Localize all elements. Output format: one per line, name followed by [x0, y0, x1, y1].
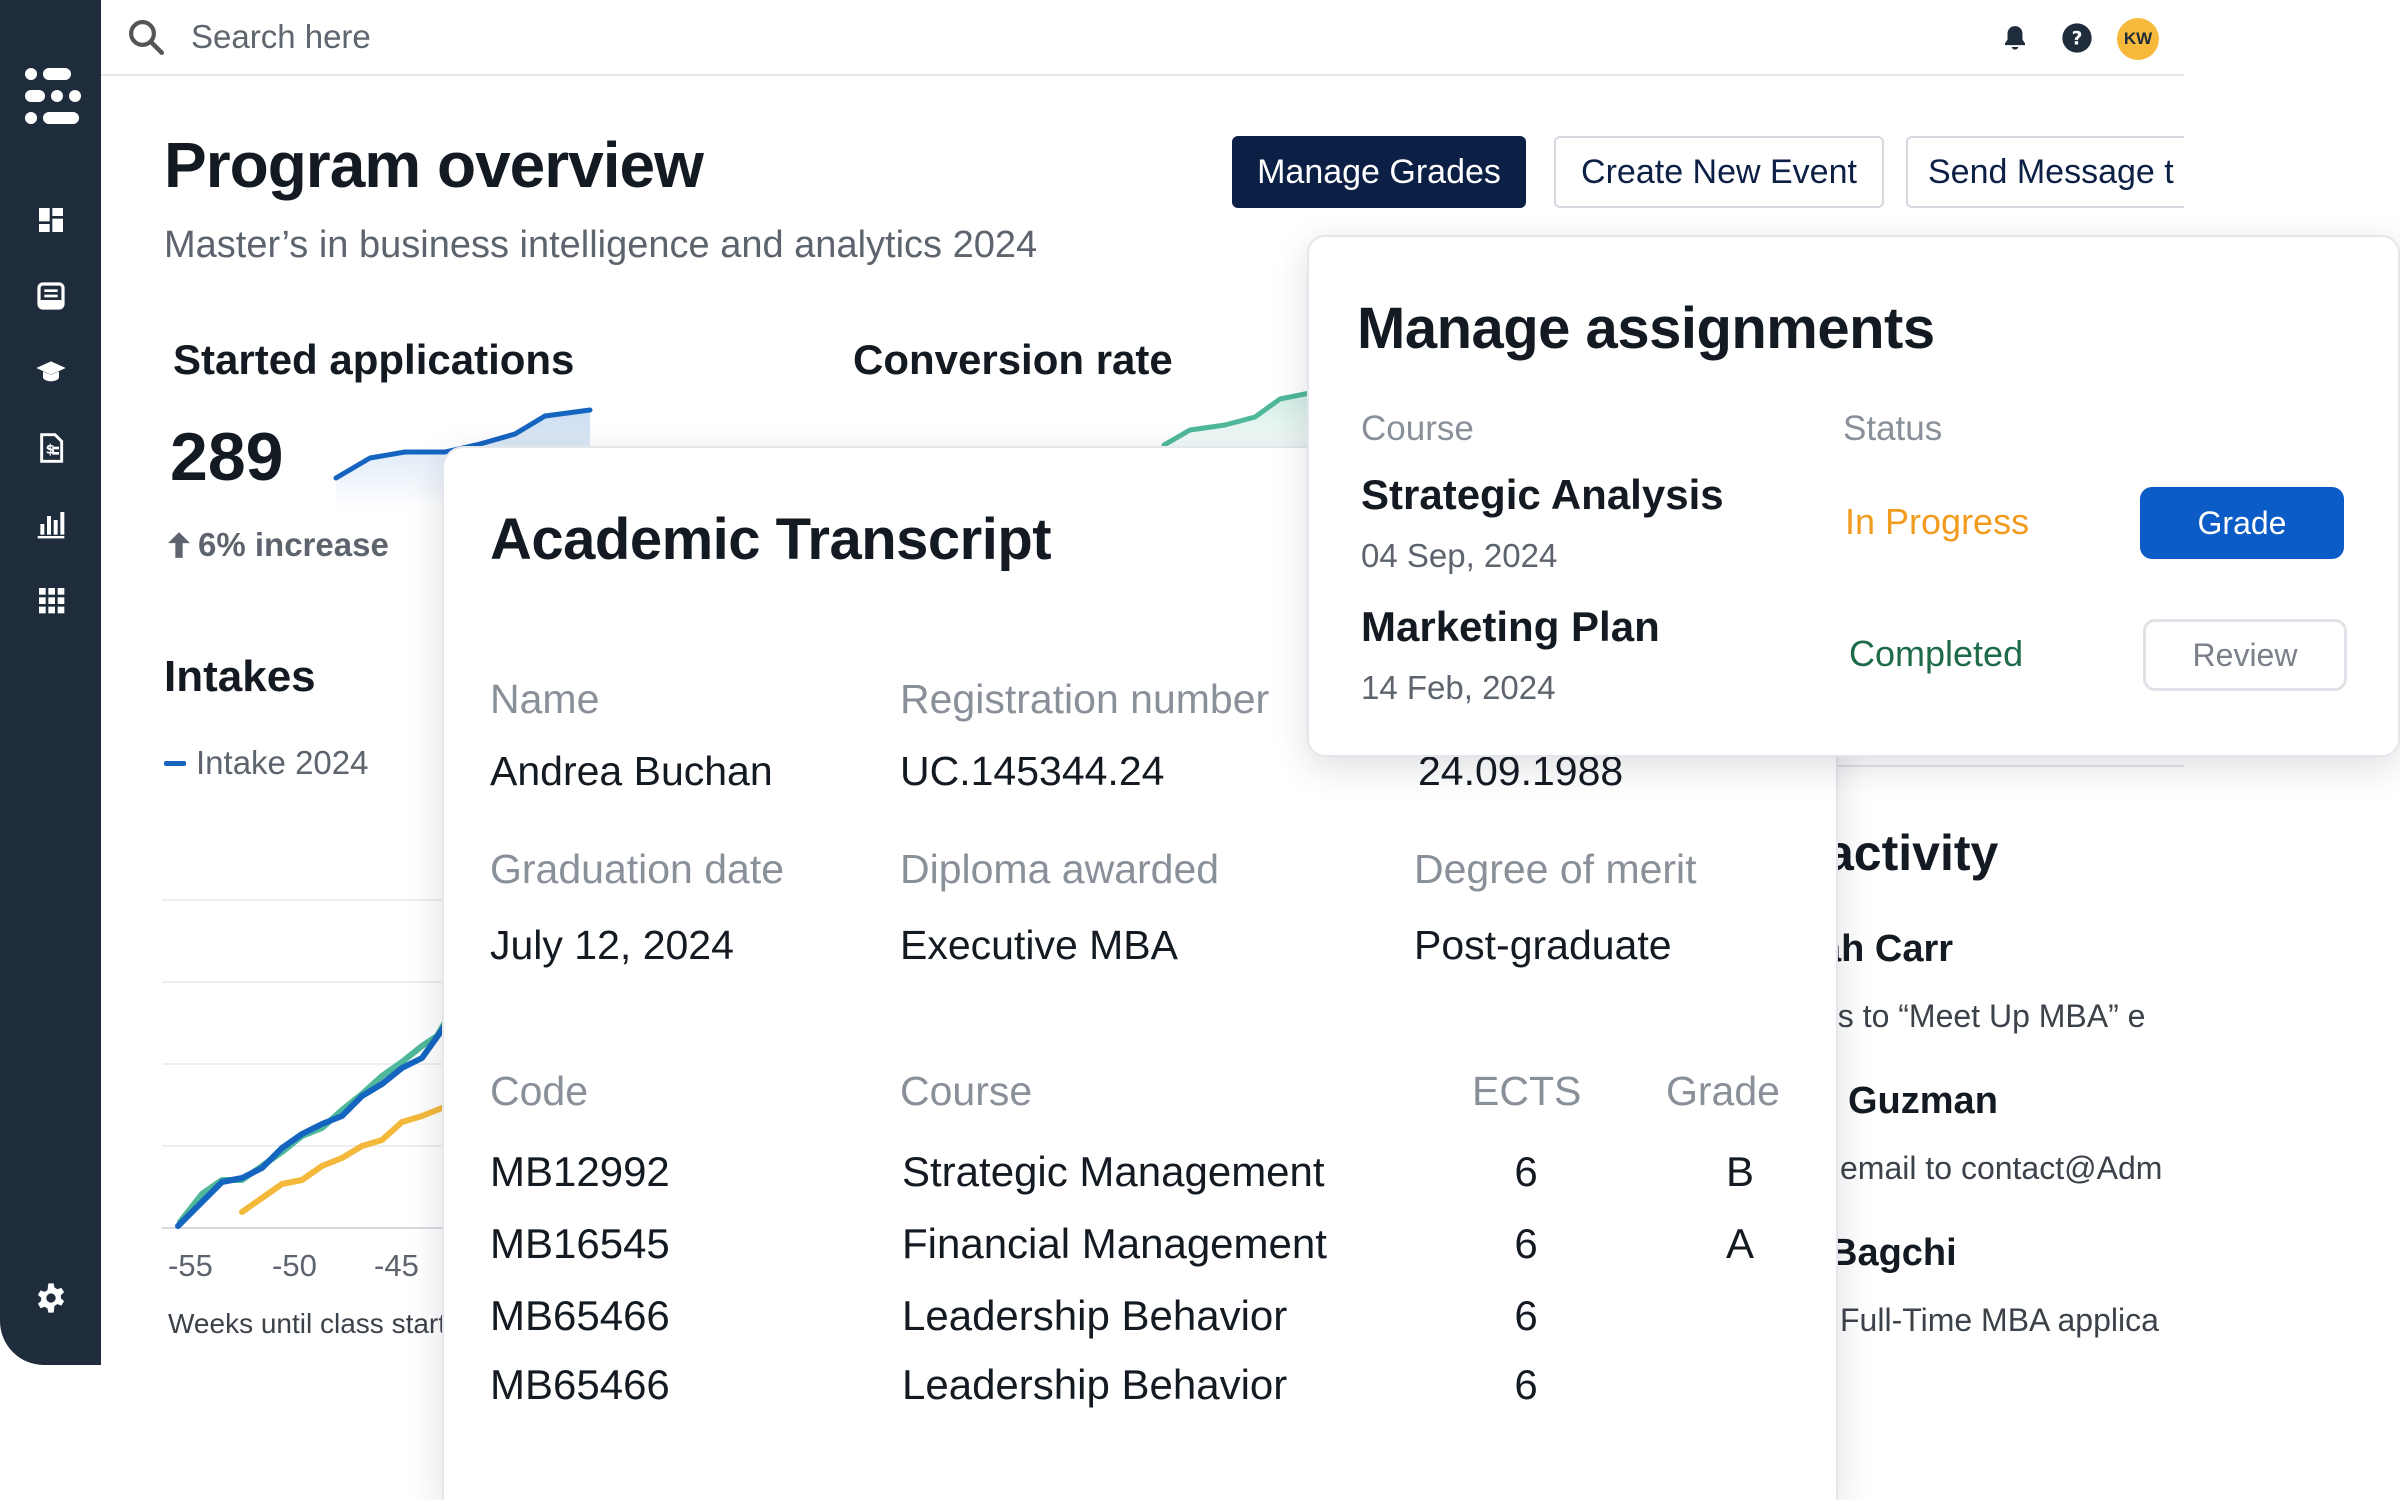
- svg-text:$: $: [46, 442, 55, 457]
- billing-icon: $: [40, 433, 64, 463]
- status-badge: Completed: [1849, 633, 2024, 674]
- axis-tick: -45: [374, 1248, 419, 1283]
- metric-started-value: 289: [170, 419, 284, 495]
- intakes-legend: Intake 2024: [164, 744, 368, 782]
- status-badge: In Progress: [1845, 501, 2030, 542]
- sidebar: $: [0, 0, 101, 1365]
- activity-name: Bagchi: [1830, 1232, 1957, 1274]
- review-button[interactable]: Review: [2143, 619, 2347, 691]
- arrow-up-icon: [168, 532, 190, 558]
- course-grade: B: [1725, 1148, 1754, 1195]
- registration-label: Registration number: [900, 676, 1270, 722]
- course-name: Leadership Behavior: [902, 1361, 1288, 1408]
- assignment-date: 14 Feb, 2024: [1361, 669, 1556, 706]
- search-input[interactable]: [191, 14, 791, 60]
- chart-icon: [37, 512, 65, 539]
- help-button[interactable]: ?: [2059, 20, 2095, 56]
- page-title: Program overview: [164, 129, 704, 201]
- notifications-button[interactable]: [1997, 20, 2033, 56]
- diploma-value: Executive MBA: [900, 922, 1178, 968]
- course-name: Leadership Behavior: [902, 1292, 1288, 1339]
- sidebar-item-billing[interactable]: $: [33, 430, 69, 466]
- activity-divider: [1830, 765, 2184, 767]
- course-ects: 6: [1514, 1148, 1538, 1195]
- send-message-button[interactable]: Send Message t: [1906, 136, 2184, 208]
- assignments-title: Manage assignments: [1357, 296, 1935, 361]
- diploma-label: Diploma awarded: [900, 846, 1220, 892]
- column-ects: ECTS: [1472, 1068, 1582, 1114]
- assignment-date: 04 Sep, 2024: [1361, 537, 1558, 574]
- settings-icon: [37, 1283, 65, 1313]
- column-course: Course: [900, 1068, 1033, 1114]
- svg-text:?: ?: [2072, 29, 2083, 50]
- axis-tick: -55: [168, 1248, 213, 1283]
- course-code: MB12992: [490, 1148, 670, 1195]
- activity-name: ah Carr: [1820, 928, 1954, 970]
- page-subtitle: Master’s in business intelligence and an…: [164, 224, 1038, 266]
- activity-name: Guzman: [1848, 1080, 1998, 1122]
- merit-label: Degree of merit: [1414, 846, 1697, 892]
- assignment-course: Marketing Plan: [1361, 603, 1660, 650]
- course-code: MB65466: [490, 1361, 670, 1408]
- manage-grades-button[interactable]: Manage Grades: [1232, 136, 1526, 208]
- logo-icon[interactable]: [25, 66, 81, 128]
- legend-label: Intake 2024: [196, 744, 369, 781]
- registration-value: UC.145344.24: [900, 748, 1165, 794]
- course-code: MB16545: [490, 1220, 670, 1267]
- sidebar-item-dashboard[interactable]: [33, 202, 69, 238]
- metric-started-delta: 6% increase: [168, 526, 389, 564]
- grid-icon: [39, 588, 65, 614]
- merit-value: Post-graduate: [1414, 922, 1672, 968]
- activity-desc: es to “Meet Up MBA” e: [1820, 998, 2146, 1034]
- bell-icon: [2005, 26, 2025, 50]
- column-status: Status: [1843, 409, 1943, 448]
- sidebar-item-inbox[interactable]: [33, 278, 69, 314]
- graduation-date-value: July 12, 2024: [490, 922, 734, 968]
- course-grade: A: [1725, 1220, 1754, 1267]
- metric-started-delta-text: 6% increase: [198, 526, 389, 563]
- activity-desc: email to contact@Adm: [1840, 1150, 2163, 1186]
- course-ects: 6: [1514, 1361, 1538, 1408]
- intakes-title: Intakes: [164, 652, 316, 701]
- manage-assignments-card: Manage assignments Course Status Strateg…: [1307, 235, 2400, 757]
- top-bar: ? KW: [101, 0, 2184, 76]
- activity-desc: Full-Time MBA applica: [1840, 1302, 2159, 1338]
- intakes-chart: [162, 899, 452, 1229]
- intakes-x-axis-label: Weeks until class start: [168, 1308, 447, 1339]
- metric-conversion-label: Conversion rate: [853, 336, 1173, 383]
- create-event-button[interactable]: Create New Event: [1554, 136, 1884, 208]
- name-label: Name: [490, 676, 600, 722]
- graduation-date-label: Graduation date: [490, 846, 785, 892]
- assignment-course: Strategic Analysis: [1361, 471, 1724, 518]
- legend-swatch: [164, 760, 186, 766]
- graduation-cap-icon: [36, 361, 66, 382]
- metric-started-label: Started applications: [173, 336, 575, 383]
- search-icon[interactable]: [125, 16, 167, 58]
- activity-title: activity: [1826, 825, 1999, 881]
- dashboard-icon: [39, 208, 63, 232]
- axis-tick: -50: [272, 1248, 317, 1283]
- sidebar-item-reports[interactable]: [33, 506, 69, 542]
- course-name: Financial Management: [902, 1220, 1327, 1267]
- help-icon: ?: [2062, 23, 2092, 53]
- column-grade: Grade: [1666, 1068, 1780, 1114]
- sidebar-item-settings[interactable]: [33, 1280, 69, 1316]
- name-value: Andrea Buchan: [490, 748, 773, 794]
- inbox-icon: [37, 282, 65, 310]
- column-course: Course: [1361, 409, 1474, 448]
- course-ects: 6: [1514, 1220, 1538, 1267]
- column-code: Code: [490, 1068, 589, 1114]
- user-avatar[interactable]: KW: [2117, 18, 2159, 60]
- sidebar-item-apps[interactable]: [33, 582, 69, 618]
- grade-button[interactable]: Grade: [2140, 487, 2344, 559]
- course-ects: 6: [1514, 1292, 1538, 1339]
- transcript-title: Academic Transcript: [490, 507, 1052, 572]
- course-name: Strategic Management: [902, 1148, 1325, 1195]
- sidebar-item-programs[interactable]: [33, 354, 69, 390]
- course-code: MB65466: [490, 1292, 670, 1339]
